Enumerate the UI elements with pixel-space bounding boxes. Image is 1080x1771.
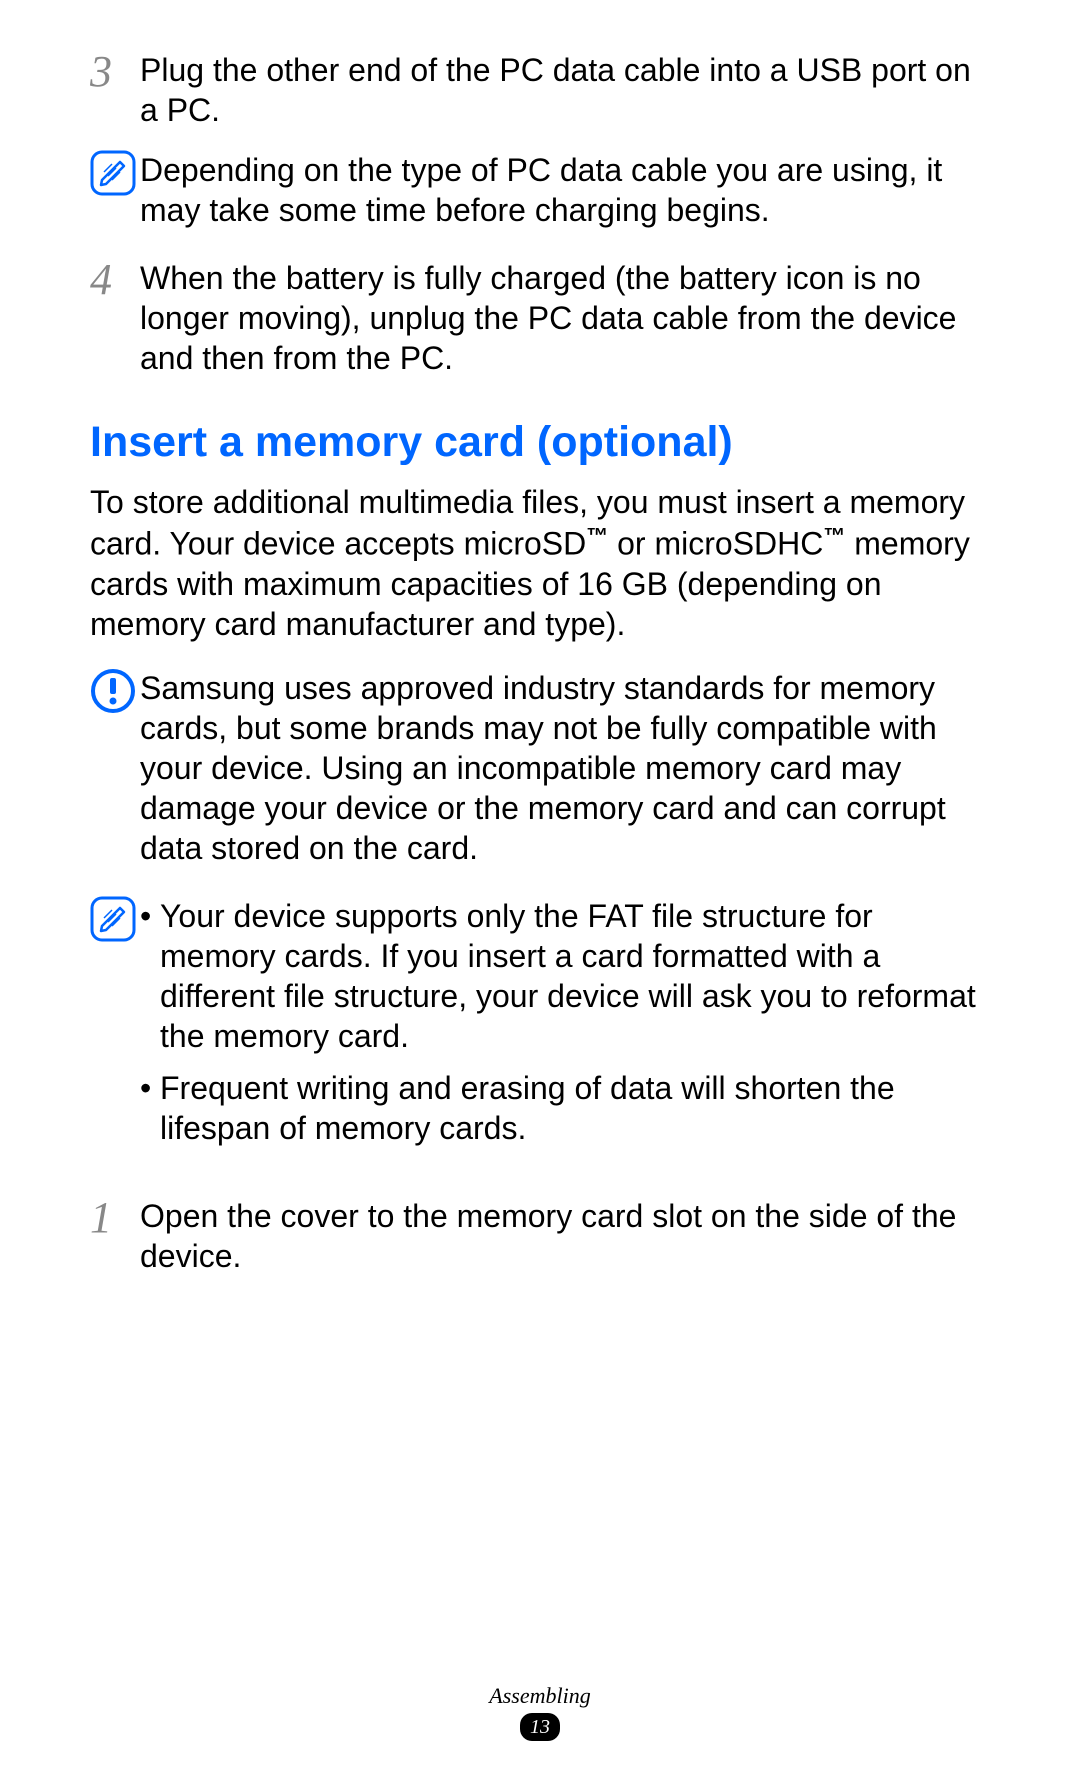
trademark-symbol: ™ [823,523,845,548]
bullet-dot: • [140,1068,160,1108]
note-icon-container [90,150,140,196]
warning-icon [90,668,136,714]
footer-section-label: Assembling [489,1683,590,1709]
step-4: 4 When the battery is fully charged (the… [90,258,990,378]
note-icon-container [90,896,140,942]
step-number: 3 [90,50,140,94]
note-icon-container [90,668,140,714]
list-item: • Frequent writing and erasing of data w… [140,1068,990,1148]
step-3: 3 Plug the other end of the PC data cabl… [90,50,990,130]
section-heading: Insert a memory card (optional) [90,418,990,467]
bullet-text: Frequent writing and erasing of data wil… [160,1068,990,1148]
intro-paragraph: To store additional multimedia files, yo… [90,482,990,644]
note-icon [90,896,136,942]
warning-compatibility: Samsung uses approved industry standards… [90,668,990,868]
note-text-container: • Your device supports only the FAT file… [140,896,990,1160]
step-1: 1 Open the cover to the memory card slot… [90,1196,990,1276]
step-text: When the battery is fully charged (the b… [140,258,990,378]
step-text: Plug the other end of the PC data cable … [140,50,990,130]
note-text: Depending on the type of PC data cable y… [140,150,990,230]
page-footer: Assembling 13 [0,1683,1080,1741]
step-text: Open the cover to the memory card slot o… [140,1196,990,1276]
note-fat-and-lifespan: • Your device supports only the FAT file… [90,896,990,1160]
step-number: 4 [90,258,140,302]
note-icon [90,150,136,196]
bullet-list: • Your device supports only the FAT file… [140,896,990,1148]
note-text: Samsung uses approved industry standards… [140,668,990,868]
page-number-badge: 13 [520,1713,560,1741]
bullet-dot: • [140,896,160,936]
intro-part-b: or microSDHC [608,526,823,562]
trademark-symbol: ™ [586,523,608,548]
note-cable-charging: Depending on the type of PC data cable y… [90,150,990,230]
bullet-text: Your device supports only the FAT file s… [160,896,990,1056]
step-number: 1 [90,1196,140,1240]
list-item: • Your device supports only the FAT file… [140,896,990,1056]
